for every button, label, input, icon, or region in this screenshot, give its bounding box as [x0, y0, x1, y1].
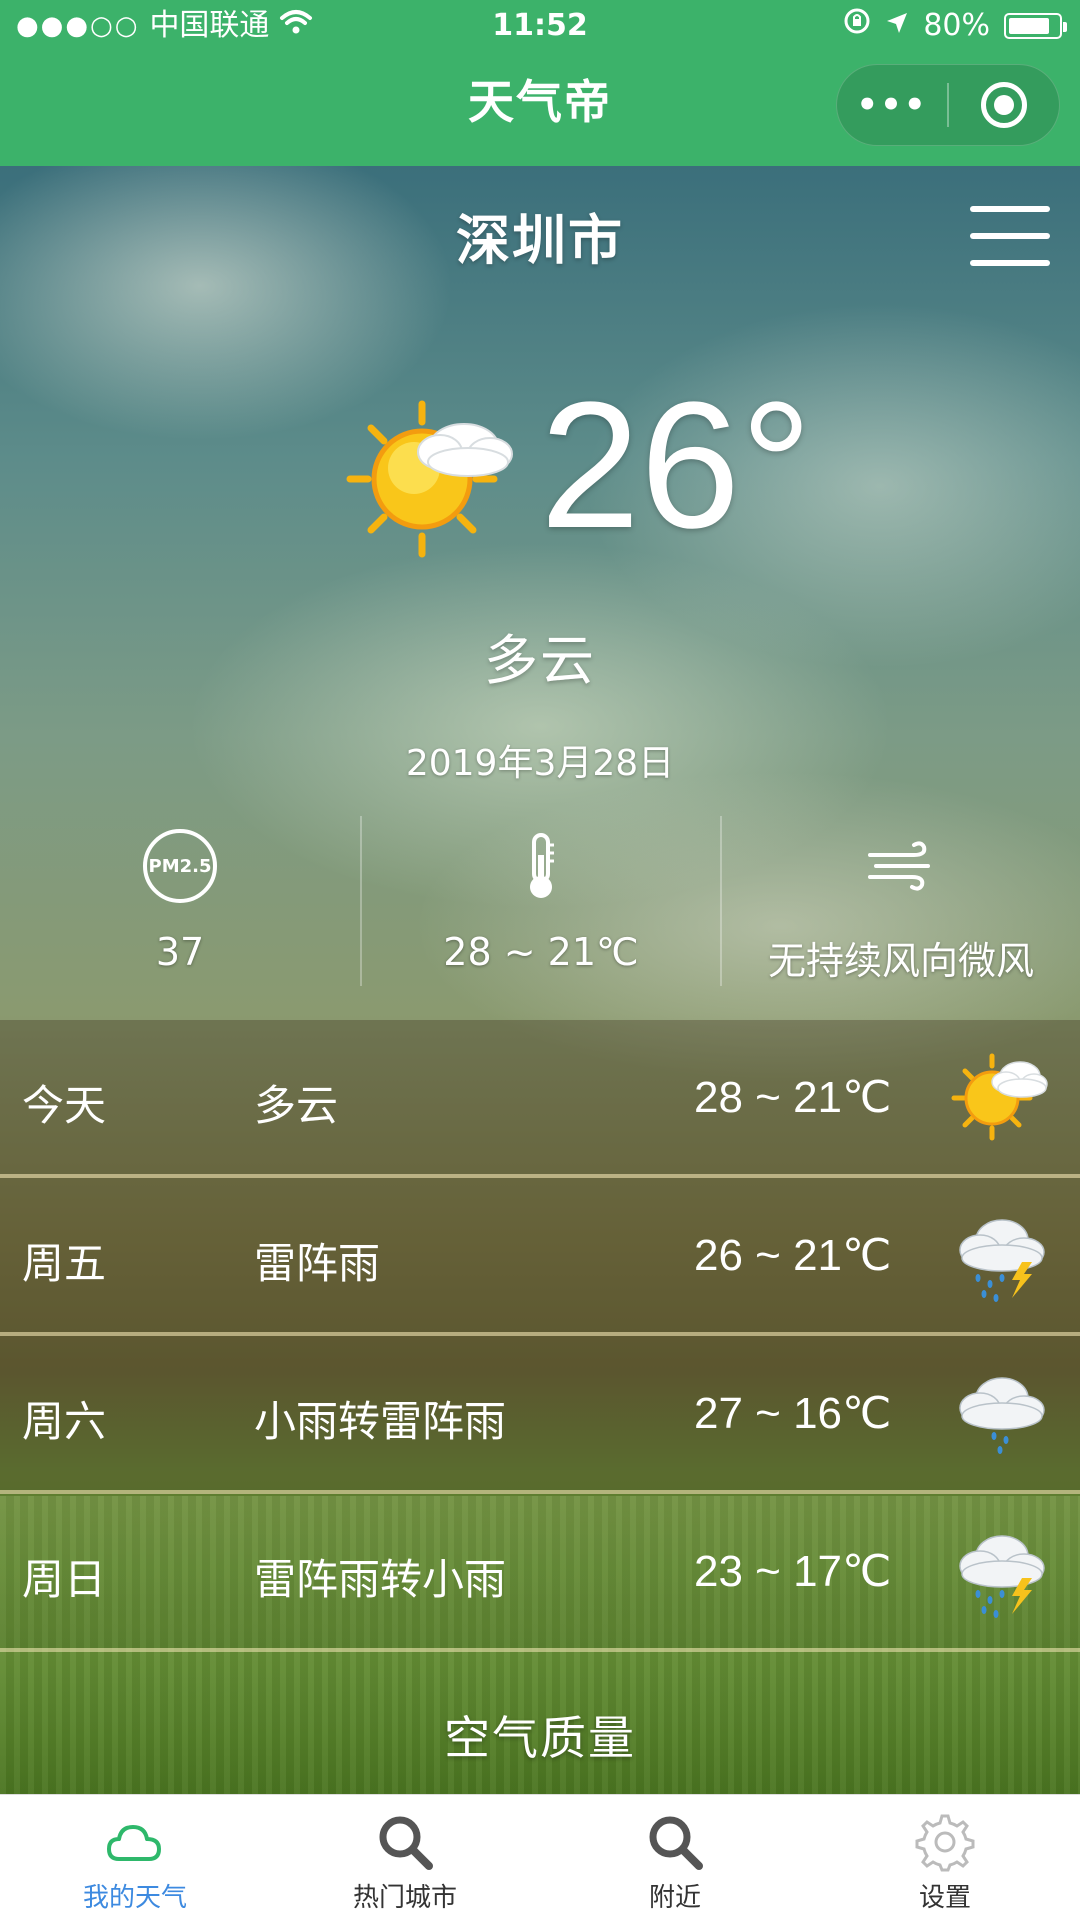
tab-label: 我的天气 — [82, 1883, 187, 1913]
thunderstorm-icon — [950, 1522, 1050, 1622]
nav-bar: 天气帝 ••• — [0, 52, 1080, 166]
pm25-value: 37 — [155, 930, 205, 974]
tab-settings[interactable]: 设置 — [810, 1795, 1080, 1920]
forecast-row[interactable]: 周六 小雨转雷阵雨 27 ~ 16℃ — [0, 1336, 1080, 1494]
tab-label: 附近 — [648, 1883, 701, 1913]
forecast-list: 今天 多云 28 ~ 21℃ 周五 雷阵雨 26 ~ 21℃ 周六 小雨转雷阵雨… — [0, 1020, 1080, 1652]
status-bar: ●●●○○ 中国联通 11:52 80% — [0, 0, 1080, 52]
tab-nearby[interactable]: 附近 — [540, 1795, 810, 1920]
tab-hot-cities[interactable]: 热门城市 — [270, 1795, 540, 1920]
battery-percent: 80% — [923, 8, 990, 43]
forecast-range: 26 ~ 21℃ — [694, 1231, 892, 1280]
temperature-range-stat: 28 ~ 21℃ — [360, 816, 720, 986]
wind-stat: 无持续风向微风 — [720, 816, 1080, 986]
forecast-desc: 多云 — [254, 1081, 339, 1130]
close-target-button[interactable] — [949, 82, 1059, 128]
forecast-range: 28 ~ 21℃ — [694, 1073, 892, 1122]
weather-content: 深圳市 26° 多云 2019年3月28日 PM2.5 37 28 ~ 21℃ … — [0, 166, 1080, 1794]
forecast-day: 周五 — [22, 1239, 107, 1288]
battery-icon — [1004, 13, 1067, 39]
thunderstorm-icon — [950, 1206, 1050, 1306]
thermometer-icon — [362, 816, 720, 916]
search-icon — [540, 1811, 810, 1873]
location-arrow-icon — [885, 0, 909, 52]
current-weather: 26° — [0, 365, 1080, 566]
city-name: 深圳市 — [456, 209, 624, 272]
forecast-day: 今天 — [22, 1081, 107, 1130]
forecast-desc: 雷阵雨转小雨 — [254, 1555, 507, 1604]
forecast-row[interactable]: 周五 雷阵雨 26 ~ 21℃ — [0, 1178, 1080, 1336]
light-rain-icon — [950, 1364, 1050, 1464]
air-quality-title: 空气质量 — [444, 1711, 636, 1765]
forecast-range: 23 ~ 17℃ — [694, 1547, 892, 1596]
partly-cloudy-icon — [950, 1048, 1050, 1148]
tab-label: 热门城市 — [352, 1883, 457, 1913]
menu-icon[interactable] — [970, 206, 1050, 266]
target-icon — [980, 82, 1027, 128]
forecast-row[interactable]: 周日 雷阵雨转小雨 23 ~ 17℃ — [0, 1494, 1080, 1652]
tab-label: 设置 — [918, 1883, 971, 1913]
weather-stats: PM2.5 37 28 ~ 21℃ 无持续风向微风 — [0, 816, 1080, 986]
forecast-row[interactable]: 今天 多云 28 ~ 21℃ — [0, 1020, 1080, 1178]
current-condition: 多云 — [484, 629, 596, 692]
forecast-desc: 小雨转雷阵雨 — [254, 1397, 507, 1446]
status-right: 80% — [843, 0, 1067, 52]
search-icon — [270, 1811, 540, 1873]
rotation-lock-icon — [843, 0, 871, 52]
gear-icon — [810, 1811, 1080, 1873]
tab-bar: 我的天气 热门城市 附近 设置 — [0, 1794, 1080, 1920]
temperature-range-value: 28 ~ 21℃ — [443, 930, 639, 974]
top-bar: ●●●○○ 中国联通 11:52 80% 天气帝 ••• — [0, 0, 1080, 166]
forecast-desc: 雷阵雨 — [254, 1239, 381, 1288]
pm25-icon: PM2.5 — [143, 829, 217, 903]
forecast-day: 周日 — [22, 1555, 107, 1604]
more-button[interactable]: ••• — [837, 85, 947, 125]
mini-program-capsule: ••• — [836, 64, 1060, 146]
wind-icon — [722, 816, 1080, 916]
partly-cloudy-icon — [344, 396, 524, 570]
cloud-icon — [0, 1811, 270, 1873]
forecast-range: 27 ~ 16℃ — [694, 1389, 892, 1438]
pm25-stat: PM2.5 37 — [0, 816, 360, 986]
tab-my-weather[interactable]: 我的天气 — [0, 1795, 270, 1920]
current-date: 2019年3月28日 — [405, 743, 675, 784]
wind-value: 无持续风向微风 — [767, 939, 1034, 983]
current-temperature: 26° — [540, 365, 813, 566]
forecast-day: 周六 — [22, 1397, 107, 1446]
